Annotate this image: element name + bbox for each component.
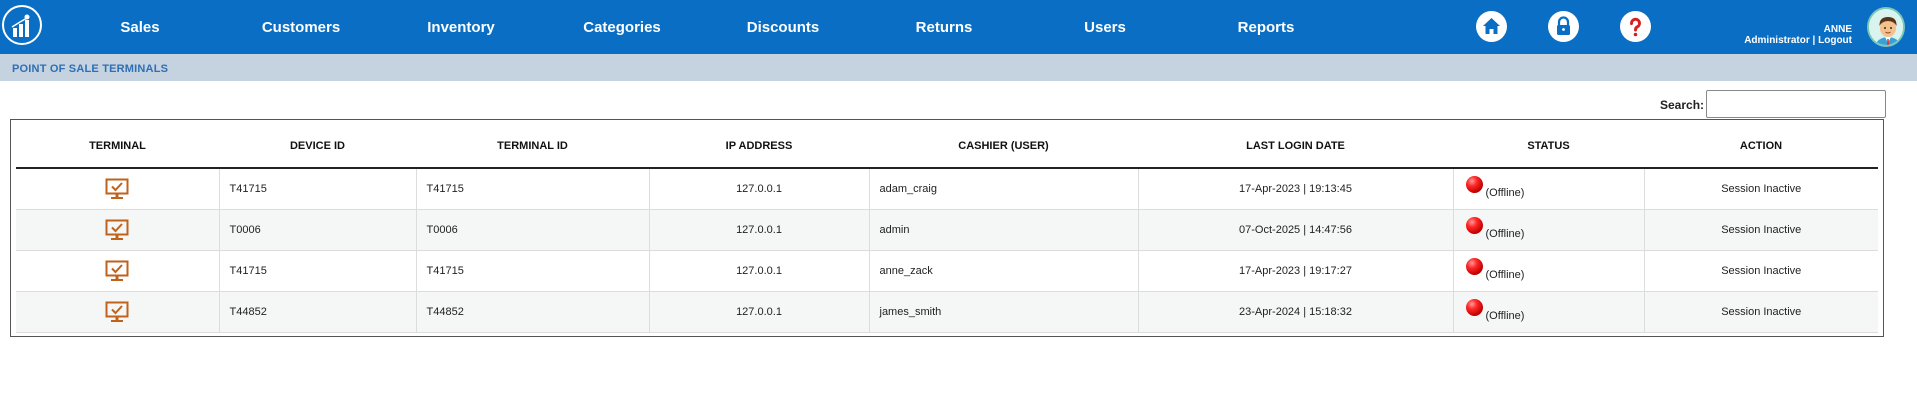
action-cell: Session Inactive (1644, 209, 1878, 251)
status-text: (Offline) (1485, 309, 1525, 322)
column-header-ip-address[interactable]: IP ADDRESS (649, 125, 869, 169)
last-login-cell: 23-Apr-2024 | 15:18:32 (1138, 291, 1454, 333)
user-name: ANNE (1823, 24, 1852, 35)
table-row[interactable]: T41715 T41715 127.0.0.1 adam_craig 17-Ap… (16, 168, 1878, 210)
action-cell: Session Inactive (1644, 168, 1878, 210)
user-links: Administrator | Logout (1744, 35, 1852, 46)
device-id-cell: T0006 (219, 209, 417, 251)
last-login-cell: 07-Oct-2025 | 14:47:56 (1138, 209, 1454, 251)
logo-icon (11, 14, 30, 37)
search-input[interactable] (1706, 90, 1886, 118)
last-login-cell: 17-Apr-2023 | 19:13:45 (1138, 168, 1454, 210)
table-row[interactable]: T41715 T41715 127.0.0.1 anne_zack 17-Apr… (16, 250, 1878, 292)
user-avatar-icon (1869, 9, 1903, 45)
table-header-row: TERMINAL DEVICE ID TERMINAL ID IP ADDRES… (16, 125, 1878, 169)
ip-address-cell: 127.0.0.1 (649, 209, 870, 251)
column-header-terminal-id[interactable]: TERMINAL ID (416, 125, 649, 169)
terminals-table: TERMINAL DEVICE ID TERMINAL ID IP ADDRES… (16, 125, 1878, 333)
nav-customers[interactable]: Customers (262, 19, 340, 36)
column-header-last-login-date[interactable]: LAST LOGIN DATE (1138, 125, 1453, 169)
lock-button[interactable] (1548, 11, 1579, 42)
action-cell: Session Inactive (1644, 291, 1878, 333)
ip-address-cell: 127.0.0.1 (649, 168, 870, 210)
nav-inventory[interactable]: Inventory (427, 19, 495, 36)
terminal-monitor-icon (105, 301, 129, 322)
help-button[interactable] (1620, 11, 1651, 42)
logout-link[interactable]: Logout (1818, 35, 1852, 46)
status-text: (Offline) (1485, 186, 1525, 199)
status-offline-icon (1465, 299, 1483, 316)
terminal-id-cell: T44852 (416, 291, 650, 333)
nav-users[interactable]: Users (1084, 19, 1126, 36)
column-header-status[interactable]: STATUS (1453, 125, 1644, 169)
home-icon (1483, 18, 1500, 34)
page-title: POINT OF SALE TERMINALS (12, 63, 169, 75)
home-button[interactable] (1476, 11, 1507, 42)
nav-reports[interactable]: Reports (1238, 19, 1295, 36)
device-id-cell: T41715 (219, 250, 417, 292)
avatar[interactable] (1867, 7, 1905, 47)
cashier-cell: james_smith (869, 291, 1139, 333)
terminal-monitor-icon (105, 260, 129, 281)
device-id-cell: T44852 (219, 291, 417, 333)
cashier-cell: admin (869, 209, 1139, 251)
terminal-cell (16, 168, 220, 210)
top-navigation-bar: Sales Customers Inventory Categories Dis… (0, 0, 1917, 54)
help-icon (1630, 17, 1641, 37)
column-header-action[interactable]: ACTION (1644, 125, 1878, 169)
status-text: (Offline) (1485, 268, 1525, 281)
nav-categories[interactable]: Categories (583, 19, 661, 36)
status-cell: (Offline) (1453, 250, 1645, 292)
column-header-cashier[interactable]: CASHIER (USER) (869, 125, 1138, 169)
cashier-cell: adam_craig (869, 168, 1139, 210)
terminal-id-cell: T41715 (416, 168, 650, 210)
app-logo[interactable] (2, 5, 42, 45)
ip-address-cell: 127.0.0.1 (649, 291, 870, 333)
status-cell: (Offline) (1453, 168, 1645, 210)
column-header-device-id[interactable]: DEVICE ID (219, 125, 416, 169)
last-login-cell: 17-Apr-2023 | 19:17:27 (1138, 250, 1454, 292)
terminal-cell (16, 291, 220, 333)
ip-address-cell: 127.0.0.1 (649, 250, 870, 292)
terminal-cell (16, 250, 220, 292)
action-cell: Session Inactive (1644, 250, 1878, 292)
status-cell: (Offline) (1453, 291, 1645, 333)
status-text: (Offline) (1485, 227, 1525, 240)
column-header-terminal[interactable]: TERMINAL (16, 125, 219, 169)
status-offline-icon (1465, 258, 1483, 275)
status-cell: (Offline) (1453, 209, 1645, 251)
nav-sales[interactable]: Sales (120, 19, 159, 36)
status-offline-icon (1465, 176, 1483, 194)
table-row[interactable]: T0006 T0006 127.0.0.1 admin 07-Oct-2025 … (16, 209, 1878, 251)
terminal-id-cell: T41715 (416, 250, 650, 292)
status-offline-icon (1465, 217, 1483, 234)
terminal-id-cell: T0006 (416, 209, 650, 251)
page-title-bar: POINT OF SALE TERMINALS (0, 54, 1917, 81)
table-row[interactable]: T44852 T44852 127.0.0.1 james_smith 23-A… (16, 291, 1878, 333)
nav-returns[interactable]: Returns (916, 19, 973, 36)
terminal-monitor-icon (105, 219, 129, 240)
nav-discounts[interactable]: Discounts (747, 19, 820, 36)
device-id-cell: T41715 (219, 168, 417, 210)
terminal-monitor-icon (105, 178, 129, 199)
terminals-table-container: TERMINAL DEVICE ID TERMINAL ID IP ADDRES… (10, 119, 1884, 337)
search-label: Search: (1660, 98, 1705, 112)
lock-icon (1557, 16, 1570, 35)
user-links-separator: | (1812, 35, 1816, 46)
user-role-link[interactable]: Administrator (1744, 35, 1810, 46)
cashier-cell: anne_zack (869, 250, 1139, 292)
terminal-cell (16, 209, 220, 251)
